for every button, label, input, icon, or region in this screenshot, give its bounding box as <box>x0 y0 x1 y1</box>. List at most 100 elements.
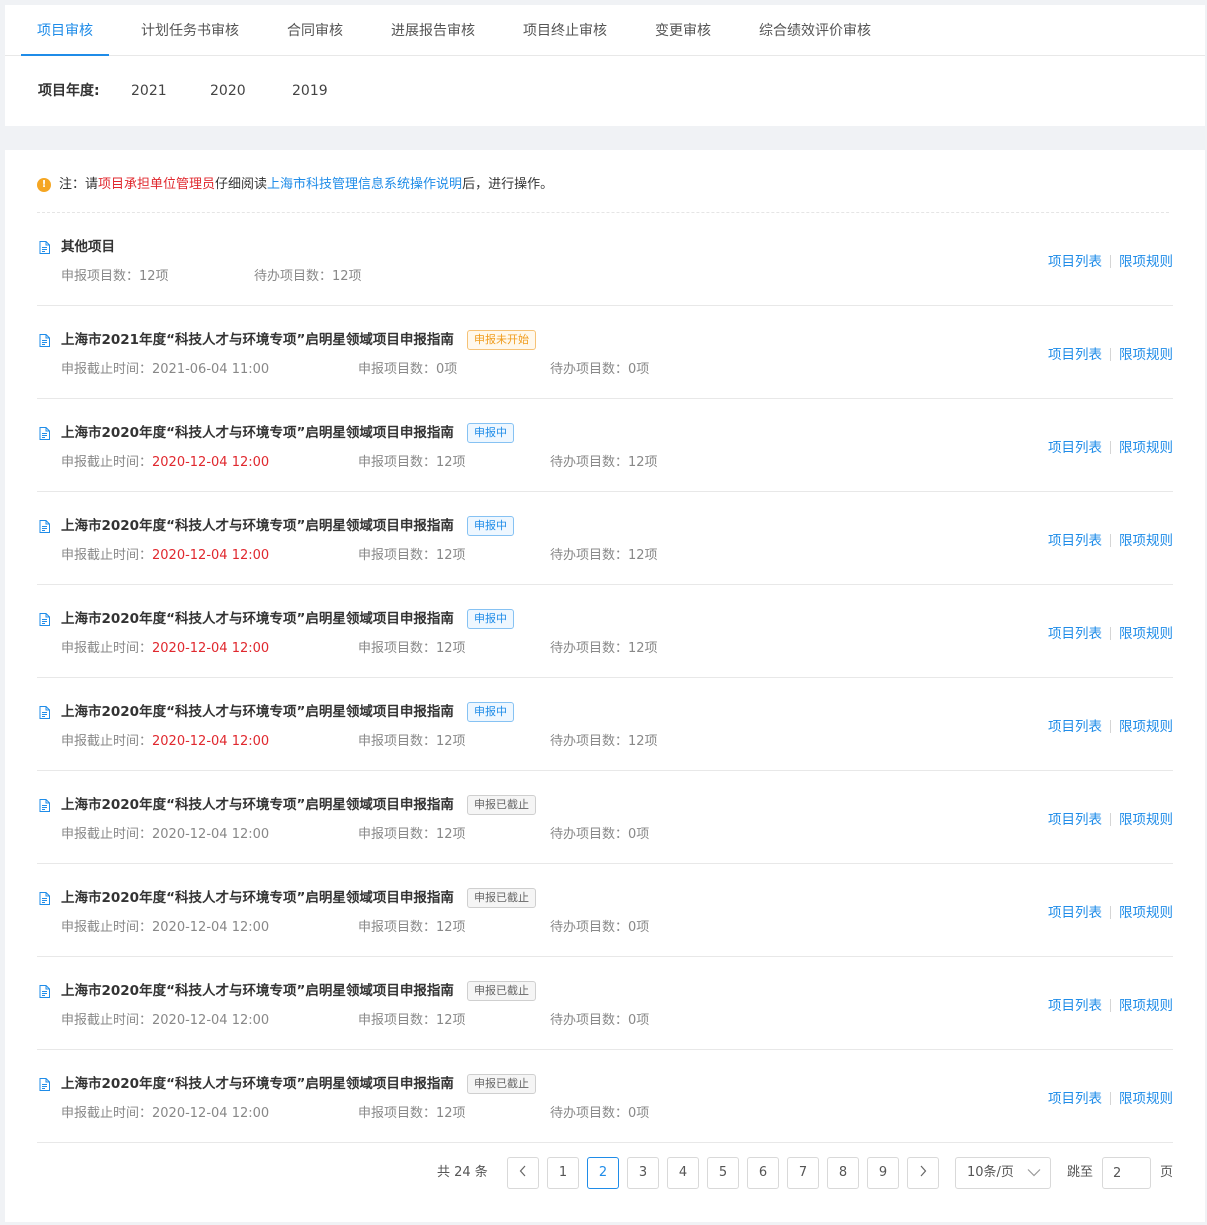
deadline-label: 申报截止时间： <box>61 920 153 935</box>
deadline: 申报截止时间：2020-12-04 12:00 <box>61 1104 269 1124</box>
limit-rules-link[interactable]: 限项规则 <box>1119 626 1173 642</box>
action-divider <box>1110 906 1111 919</box>
declared-label: 申报项目数： <box>358 641 437 656</box>
item-actions: 项目列表 限项规则 <box>1048 345 1173 365</box>
declared-label: 申报项目数： <box>358 455 437 470</box>
limit-rules-link[interactable]: 限项规则 <box>1119 812 1173 828</box>
declared-value: 12项 <box>436 1013 466 1028</box>
tab-5[interactable]: 项目终止审核 <box>507 5 623 56</box>
page-button-6[interactable]: 6 <box>747 1157 779 1189</box>
tab-6[interactable]: 变更审核 <box>639 5 727 56</box>
declared-count: 申报项目数：12项 <box>358 546 466 566</box>
tab-4[interactable]: 进展报告审核 <box>375 5 491 56</box>
list-item: 上海市2021年度“科技人才与环境专项”启明星领域项目申报指南 申报未开始 申报截止… <box>37 306 1173 399</box>
action-divider <box>1110 627 1111 640</box>
deadline-value: 2020-12-04 12:00 <box>152 1013 270 1028</box>
pending-label: 待办项目数： <box>550 827 629 842</box>
list-item: 上海市2020年度“科技人才与环境专项”启明星领域项目申报指南 申报已截止 申报截止… <box>37 771 1173 864</box>
pending-label: 待办项目数： <box>550 455 629 470</box>
item-actions: 项目列表 限项规则 <box>1048 810 1173 830</box>
project-list-link[interactable]: 项目列表 <box>1048 998 1102 1014</box>
project-list-link[interactable]: 项目列表 <box>1048 905 1102 921</box>
page-button-1[interactable]: 1 <box>547 1157 579 1189</box>
pending-value: 12项 <box>628 548 658 563</box>
status-badge: 申报中 <box>467 423 514 443</box>
tab-1[interactable]: 项目审核 <box>21 5 109 56</box>
deadline-value: 2020-12-04 12:00 <box>152 1106 270 1121</box>
page-button-9[interactable]: 9 <box>867 1157 899 1189</box>
next-page-button[interactable] <box>907 1157 939 1189</box>
limit-rules-link[interactable]: 限项规则 <box>1119 905 1173 921</box>
document-icon <box>39 892 50 905</box>
tab-3[interactable]: 合同审核 <box>271 5 359 56</box>
status-badge: 申报已截止 <box>467 1074 536 1094</box>
item-title: 上海市2020年度“科技人才与环境专项”启明星领域项目申报指南 <box>61 1076 454 1092</box>
limit-rules-link[interactable]: 限项规则 <box>1119 254 1173 270</box>
deadline-value: 2020-12-04 12:00 <box>152 734 270 749</box>
document-icon <box>39 706 50 719</box>
list-item: 上海市2020年度“科技人才与环境专项”启明星领域项目申报指南 申报中 申报截止时间… <box>37 492 1173 585</box>
manual-link[interactable]: 上海市科技管理信息系统操作说明 <box>267 177 462 192</box>
status-badge: 申报已截止 <box>467 888 536 908</box>
action-divider <box>1110 534 1111 547</box>
limit-rules-link[interactable]: 限项规则 <box>1119 998 1173 1014</box>
page-size-select[interactable]: 10条/页 <box>955 1157 1051 1189</box>
pending-count: 待办项目数：0项 <box>550 360 649 380</box>
pending-count: 待办项目数：12项 <box>550 546 658 566</box>
notice-middle: 仔细阅读 <box>215 177 268 192</box>
project-list-link[interactable]: 项目列表 <box>1048 1091 1102 1107</box>
project-list-link[interactable]: 项目列表 <box>1048 626 1102 642</box>
project-list-link[interactable]: 项目列表 <box>1048 812 1102 828</box>
deadline-label: 申报截止时间： <box>61 362 153 377</box>
pending-label: 待办项目数： <box>550 920 629 935</box>
page-button-5[interactable]: 5 <box>707 1157 739 1189</box>
item-title: 上海市2020年度“科技人才与环境专项”启明星领域项目申报指南 <box>61 425 454 441</box>
project-list-link[interactable]: 项目列表 <box>1048 347 1102 363</box>
pending-label: 待办项目数： <box>550 548 629 563</box>
guide-list-card: ! 注：请项目承担单位管理员仔细阅读上海市科技管理信息系统操作说明后，进行操作。… <box>5 150 1205 1222</box>
pending-label: 待办项目数： <box>550 362 629 377</box>
total-count: 共 24 条 <box>437 1165 488 1180</box>
limit-rules-link[interactable]: 限项规则 <box>1119 719 1173 735</box>
declared-value: 12项 <box>436 920 466 935</box>
limit-rules-link[interactable]: 限项规则 <box>1119 1091 1173 1107</box>
year-option-2019[interactable]: 2019 <box>292 81 328 101</box>
limit-rules-link[interactable]: 限项规则 <box>1119 533 1173 549</box>
project-list-link[interactable]: 项目列表 <box>1048 533 1102 549</box>
declared-value: 12项 <box>436 455 466 470</box>
deadline-value: 2020-12-04 12:00 <box>152 455 270 470</box>
tab-7[interactable]: 综合绩效评价审核 <box>743 5 887 56</box>
item-title: 上海市2020年度“科技人才与环境专项”启明星领域项目申报指南 <box>61 518 454 534</box>
limit-rules-link[interactable]: 限项规则 <box>1119 347 1173 363</box>
tab-2[interactable]: 计划任务书审核 <box>125 5 255 56</box>
declared-value: 12项 <box>436 1106 466 1121</box>
page-button-7[interactable]: 7 <box>787 1157 819 1189</box>
project-list-link[interactable]: 项目列表 <box>1048 719 1102 735</box>
pending-value: 0项 <box>628 362 650 377</box>
item-title: 上海市2020年度“科技人才与环境专项”启明星领域项目申报指南 <box>61 890 454 906</box>
declared-count: 申报项目数：12项 <box>358 825 466 845</box>
page-button-3[interactable]: 3 <box>627 1157 659 1189</box>
chevron-left-icon <box>519 1165 526 1177</box>
project-list-link[interactable]: 项目列表 <box>1048 254 1102 270</box>
pending-value: 0项 <box>628 1106 650 1121</box>
pending-label: 待办项目数： <box>254 269 333 284</box>
project-list-link[interactable]: 项目列表 <box>1048 440 1102 456</box>
declared-label: 申报项目数： <box>358 1106 437 1121</box>
page-button-2[interactable]: 2 <box>587 1157 619 1189</box>
notice-text: 注：请项目承担单位管理员仔细阅读上海市科技管理信息系统操作说明后，进行操作。 <box>59 174 553 196</box>
page-size-value: 10条/页 <box>967 1165 1014 1180</box>
declared-value: 12项 <box>436 734 466 749</box>
deadline-label: 申报截止时间： <box>61 641 153 656</box>
page-button-4[interactable]: 4 <box>667 1157 699 1189</box>
action-divider <box>1110 348 1111 361</box>
year-option-2021[interactable]: 2021 <box>131 81 167 101</box>
jump-page-input[interactable] <box>1102 1157 1151 1189</box>
deadline-label: 申报截止时间： <box>61 827 153 842</box>
page-button-8[interactable]: 8 <box>827 1157 859 1189</box>
limit-rules-link[interactable]: 限项规则 <box>1119 440 1173 456</box>
deadline-value: 2020-12-04 12:00 <box>152 548 270 563</box>
declared-label: 申报项目数： <box>358 362 437 377</box>
prev-page-button[interactable] <box>507 1157 539 1189</box>
year-option-2020[interactable]: 2020 <box>210 81 246 101</box>
